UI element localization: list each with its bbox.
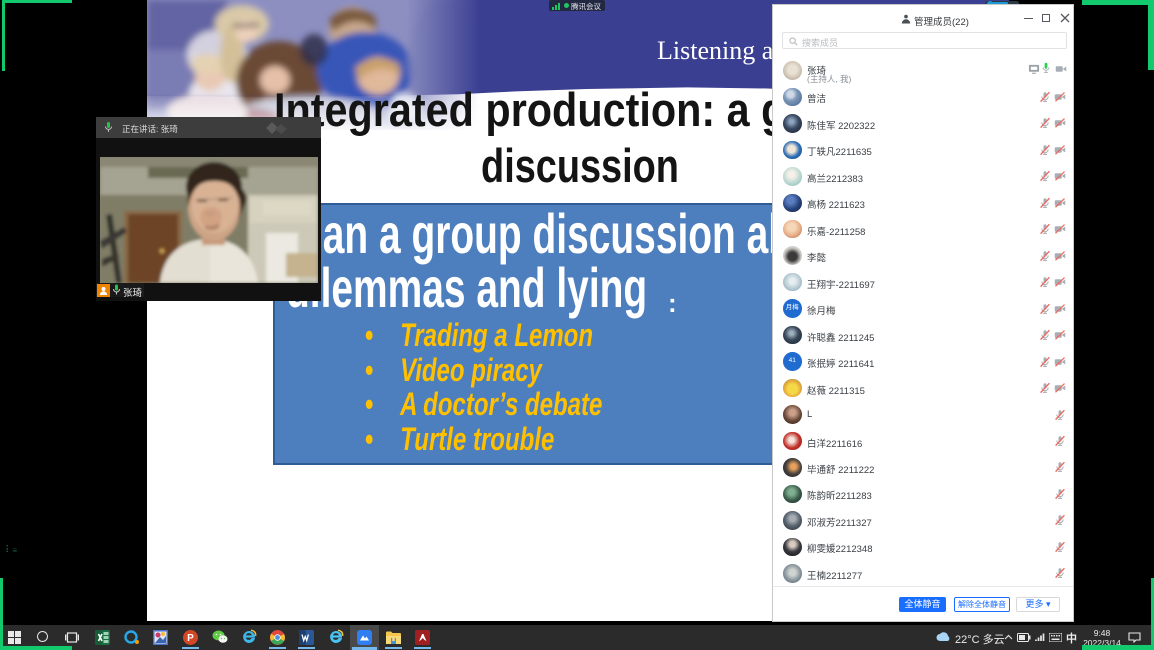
svg-text:P: P <box>187 633 194 644</box>
